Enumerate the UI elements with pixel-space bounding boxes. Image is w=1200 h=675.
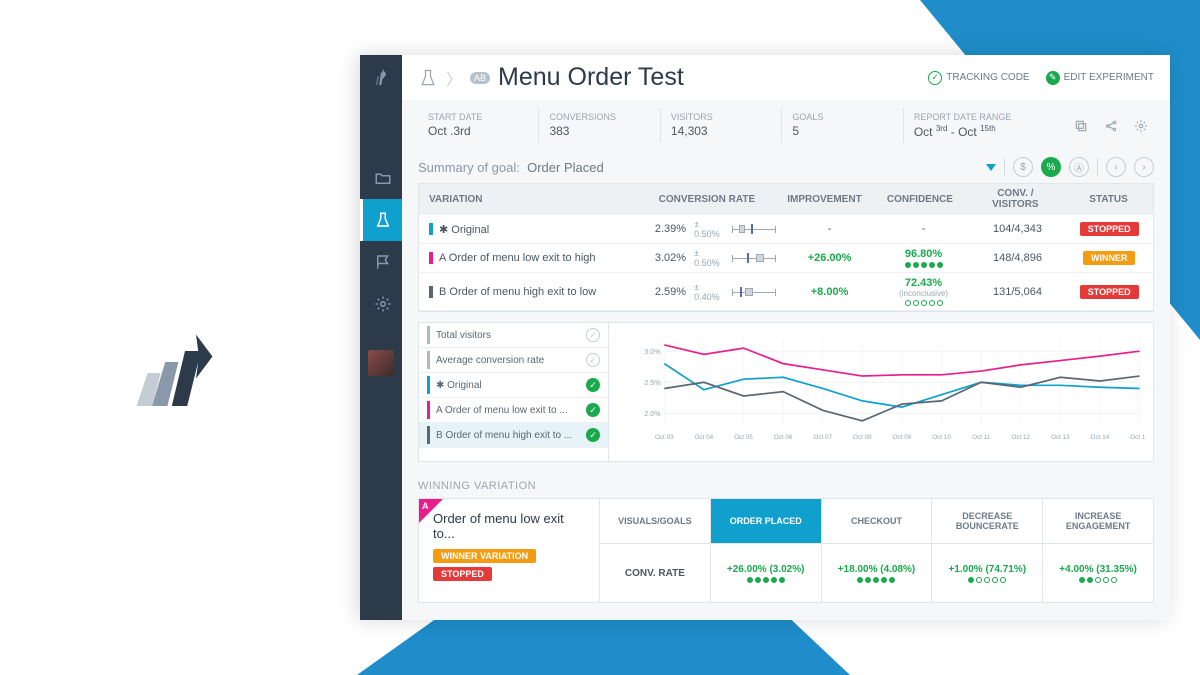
currency-button[interactable]: $ [1013, 157, 1033, 177]
boxplot-icon [732, 252, 776, 264]
svg-text:Oct 10: Oct 10 [932, 434, 951, 441]
tracking-code-button[interactable]: ✓TRACKING CODE [928, 71, 1029, 85]
start-date-label: START DATE [428, 112, 527, 122]
legend-item[interactable]: Total visitors✓ [419, 323, 608, 348]
goal-column[interactable]: ORDER PLACED+26.00% (3.02%) [710, 499, 821, 602]
visitors-value: 14,303 [671, 124, 770, 138]
svg-text:Oct 11: Oct 11 [972, 434, 990, 441]
sidebar-item-folder[interactable] [360, 157, 402, 199]
ab-badge: AB [470, 72, 490, 84]
svg-text:2.0%: 2.0% [644, 409, 661, 418]
svg-text:Oct 04: Oct 04 [695, 434, 714, 441]
goal-column[interactable]: VISUALS/GOALSCONV. RATE [599, 499, 710, 602]
legend-item[interactable]: A Order of menu low exit to ...✓ [419, 398, 608, 423]
edit-experiment-button[interactable]: ✎EDIT EXPERIMENT [1046, 71, 1154, 85]
winning-section: WINNING VARIATION Order of menu low exit… [418, 480, 1154, 603]
svg-text:Oct 12: Oct 12 [1011, 434, 1030, 441]
sidebar-item-flag[interactable] [360, 241, 402, 283]
legend-item[interactable]: Average conversion rate✓ [419, 348, 608, 373]
summary-goal: Order Placed [527, 160, 604, 175]
sidebar-brand-icon [360, 55, 402, 97]
next-button[interactable]: › [1134, 157, 1154, 177]
app-window: 〉 AB Menu Order Test ✓TRACKING CODE ✎EDI… [360, 55, 1170, 620]
goals-value: 5 [792, 124, 891, 138]
goals-label: GOALS [792, 112, 891, 122]
summary-row: Summary of goal: Order Placed $ % Ⓐ ‹ › [402, 151, 1170, 183]
gear-icon[interactable] [1134, 119, 1148, 133]
share-icon[interactable] [1104, 119, 1118, 133]
svg-text:Oct 08: Oct 08 [853, 434, 872, 441]
boxplot-icon [732, 286, 776, 298]
svg-text:Oct 06: Oct 06 [774, 434, 793, 441]
conversions-label: CONVERSIONS [549, 112, 648, 122]
svg-text:Oct 14: Oct 14 [1091, 434, 1110, 441]
titlebar: 〉 AB Menu Order Test ✓TRACKING CODE ✎EDI… [402, 55, 1170, 100]
table-row: ✱ Original2.39%± 0.50%--104/4,343STOPPED [419, 215, 1153, 244]
sidebar [360, 55, 402, 620]
table-row: B Order of menu high exit to low2.59%± 0… [419, 273, 1153, 311]
brand-logo [130, 300, 240, 440]
winning-variation-card: Order of menu low exit to...WINNER VARIA… [419, 499, 599, 602]
copy-icon[interactable] [1074, 119, 1088, 133]
report-range-value: Oct 3rd - Oct 15th [914, 124, 1063, 139]
visitors-label: VISITORS [671, 112, 770, 122]
filter-a-button[interactable]: Ⓐ [1069, 157, 1089, 177]
svg-text:Oct 13: Oct 13 [1051, 434, 1070, 441]
prev-button[interactable]: ‹ [1106, 157, 1126, 177]
svg-text:Oct 05: Oct 05 [734, 434, 753, 441]
percent-button[interactable]: % [1041, 157, 1061, 177]
check-icon[interactable]: ✓ [586, 328, 600, 342]
stats-bar: START DATE Oct .3rd CONVERSIONS 383 VISITO… [402, 100, 1170, 151]
sidebar-item-settings[interactable] [360, 283, 402, 325]
avatar[interactable] [368, 350, 394, 376]
check-icon[interactable]: ✓ [586, 428, 600, 442]
table-row: A Order of menu low exit to high3.02%± 0… [419, 244, 1153, 273]
svg-text:3.0%: 3.0% [644, 347, 661, 356]
check-icon[interactable]: ✓ [586, 403, 600, 417]
svg-text:Oct 09: Oct 09 [893, 434, 912, 441]
svg-text:Oct 03: Oct 03 [655, 434, 674, 441]
line-chart: 2.0% 2.5% 3.0% Oct 03 Oct 04 Oct 05 Oct 06 Oct … [609, 323, 1153, 461]
main-panel: 〉 AB Menu Order Test ✓TRACKING CODE ✎EDI… [402, 55, 1170, 620]
goal-column[interactable]: CHECKOUT+18.00% (4.08%) [821, 499, 932, 602]
conversions-value: 383 [549, 124, 648, 138]
report-range-label: REPORT DATE RANGE [914, 112, 1063, 122]
chart-legend: Total visitors✓Average conversion rate✓✱… [419, 323, 609, 461]
check-icon[interactable]: ✓ [586, 378, 600, 392]
chart-panel: Total visitors✓Average conversion rate✓✱… [418, 322, 1154, 462]
svg-text:2.5%: 2.5% [644, 378, 661, 387]
results-table: VARIATION CONVERSION RATE IMPROVEMENT CO… [418, 183, 1154, 312]
winning-title: WINNING VARIATION [418, 480, 1154, 492]
svg-text:Oct 15: Oct 15 [1130, 434, 1145, 441]
legend-item[interactable]: ✱ Original✓ [419, 373, 608, 398]
table-header-row: VARIATION CONVERSION RATE IMPROVEMENT CO… [419, 184, 1153, 215]
start-date-value: Oct .3rd [428, 124, 527, 138]
goal-column[interactable]: INCREASE ENGAGEMENT+4.00% (31.35%) [1042, 499, 1153, 602]
sidebar-item-experiments[interactable] [360, 199, 402, 241]
page-title: Menu Order Test [498, 63, 684, 92]
goal-column[interactable]: DECREASE BOUNCERATE+1.00% (74.71%) [931, 499, 1042, 602]
boxplot-icon [732, 223, 776, 235]
legend-item[interactable]: B Order of menu high exit to ...✓ [419, 423, 608, 448]
expand-toggle-icon[interactable] [986, 164, 996, 171]
svg-text:Oct 07: Oct 07 [813, 434, 832, 441]
flask-icon [418, 68, 438, 88]
check-icon[interactable]: ✓ [586, 353, 600, 367]
